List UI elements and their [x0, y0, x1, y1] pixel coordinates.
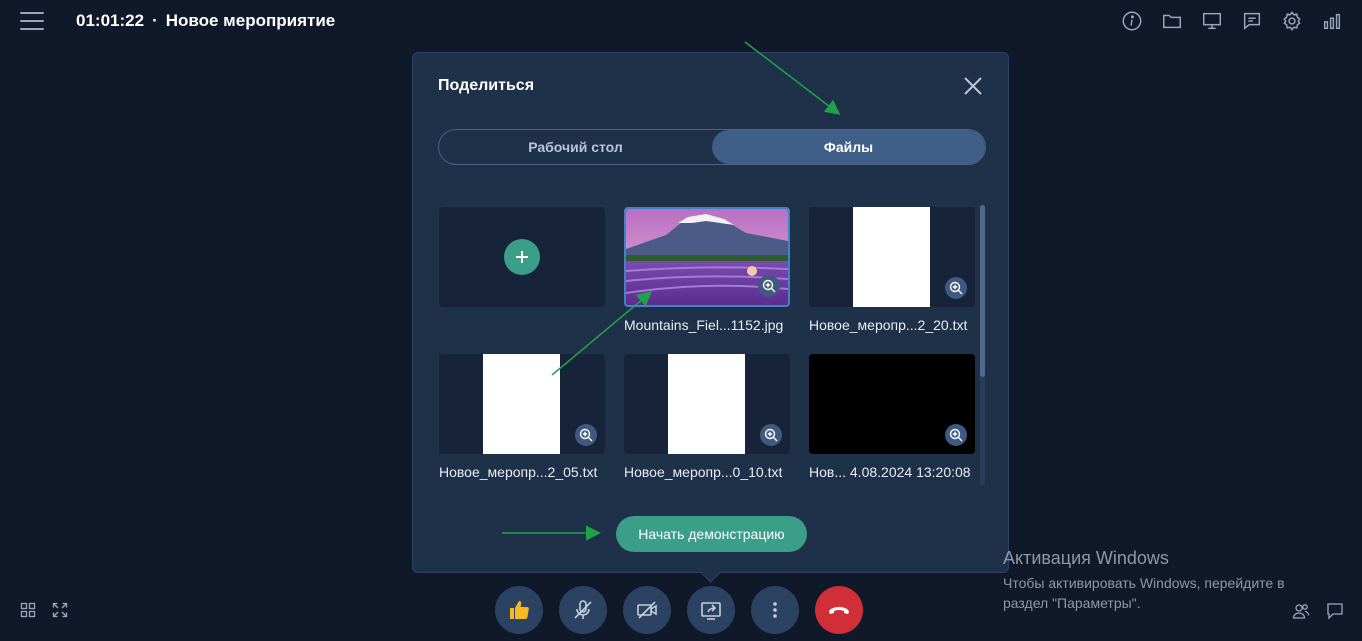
add-file-card[interactable] [439, 207, 605, 307]
presentation-icon[interactable] [1200, 9, 1224, 33]
tab-files[interactable]: Файлы [712, 130, 985, 164]
file-thumbnail-document[interactable] [624, 354, 790, 454]
chat-bubble-icon[interactable] [1326, 602, 1344, 620]
close-icon[interactable] [963, 76, 983, 96]
fullscreen-icon[interactable] [52, 602, 68, 618]
camera-button[interactable] [623, 586, 671, 634]
start-demonstration-button[interactable]: Начать демонстрацию [616, 516, 807, 552]
add-file-button[interactable] [504, 239, 540, 275]
screen-share-button[interactable] [687, 586, 735, 634]
file-name: Mountains_Fiel...1152.jpg [624, 317, 784, 333]
event-title: Новое мероприятие [165, 11, 336, 30]
file-name: Новое_меропр...0_10.txt [624, 464, 783, 480]
more-icon [773, 602, 777, 618]
event-header: 01:01:22 · Новое мероприятие [76, 11, 335, 31]
activation-title: Активация Windows [1003, 548, 1169, 568]
add-file-tile[interactable] [439, 207, 605, 307]
info-icon[interactable] [1120, 9, 1144, 33]
zoom-icon[interactable] [945, 277, 967, 299]
file-thumbnail-video[interactable] [809, 354, 975, 454]
screen-share-icon [701, 602, 721, 620]
tab-desktop[interactable]: Рабочий стол [439, 130, 712, 164]
file-thumbnail-image[interactable] [624, 207, 790, 307]
file-card[interactable]: Новое_меропр...0_10.txt [624, 354, 790, 480]
thumbs-up-icon [510, 601, 529, 619]
dialog-title: Поделиться [438, 77, 535, 94]
file-card[interactable]: Mountains_Fiel...1152.jpg [624, 207, 790, 333]
header-separator: · [152, 11, 158, 30]
file-thumbnail-document[interactable] [809, 207, 975, 307]
more-options-button[interactable] [751, 586, 799, 634]
document-page-preview [853, 207, 930, 307]
file-grid: Mountains_Fiel...1152.jpg Новое_меропр..… [439, 207, 976, 489]
file-thumbnail-document[interactable] [439, 354, 605, 454]
zoom-icon[interactable] [758, 275, 780, 297]
share-mode-toggle: Рабочий стол Файлы [438, 129, 986, 165]
zoom-icon[interactable] [575, 424, 597, 446]
menu-icon[interactable] [20, 12, 44, 30]
plus-icon [516, 251, 528, 263]
windows-activation-watermark: Активация Windows Чтобы активировать Win… [1003, 548, 1323, 613]
gear-icon[interactable] [1280, 9, 1304, 33]
zoom-icon[interactable] [945, 424, 967, 446]
file-name: Нов... 4.08.2024 13:20:08 [809, 464, 971, 480]
elapsed-time: 01:01:22 [76, 11, 145, 30]
file-card[interactable]: Новое_меропр...2_20.txt [809, 207, 975, 333]
file-name: Новое_меропр...2_20.txt [809, 317, 968, 333]
call-controls [495, 586, 863, 634]
document-page-preview [483, 354, 560, 454]
participants-icon[interactable] [1292, 602, 1310, 620]
document-page-preview [668, 354, 745, 454]
scrollbar-thumb[interactable] [980, 205, 985, 377]
grid-layout-icon[interactable] [20, 602, 36, 618]
hangup-button[interactable] [815, 586, 863, 634]
file-card[interactable]: Новое_меропр...2_05.txt [439, 354, 605, 480]
signal-icon[interactable] [1320, 9, 1344, 33]
hangup-icon [829, 607, 849, 614]
microphone-off-icon [574, 600, 592, 619]
file-card[interactable]: Нов... 4.08.2024 13:20:08 [809, 354, 975, 480]
reaction-button[interactable] [495, 586, 543, 634]
microphone-button[interactable] [559, 586, 607, 634]
chat-icon[interactable] [1240, 9, 1264, 33]
activation-message: Чтобы активировать Windows, перейдите в … [1003, 575, 1285, 611]
camera-off-icon [637, 601, 657, 619]
share-dialog: Поделиться Рабочий стол Файлы Mountains_… [412, 52, 1009, 573]
top-bar: 01:01:22 · Новое мероприятие [0, 0, 1362, 44]
folder-icon[interactable] [1160, 9, 1184, 33]
zoom-icon[interactable] [760, 424, 782, 446]
file-name: Новое_меропр...2_05.txt [439, 464, 598, 480]
file-grid-scrollbar[interactable] [980, 205, 985, 485]
